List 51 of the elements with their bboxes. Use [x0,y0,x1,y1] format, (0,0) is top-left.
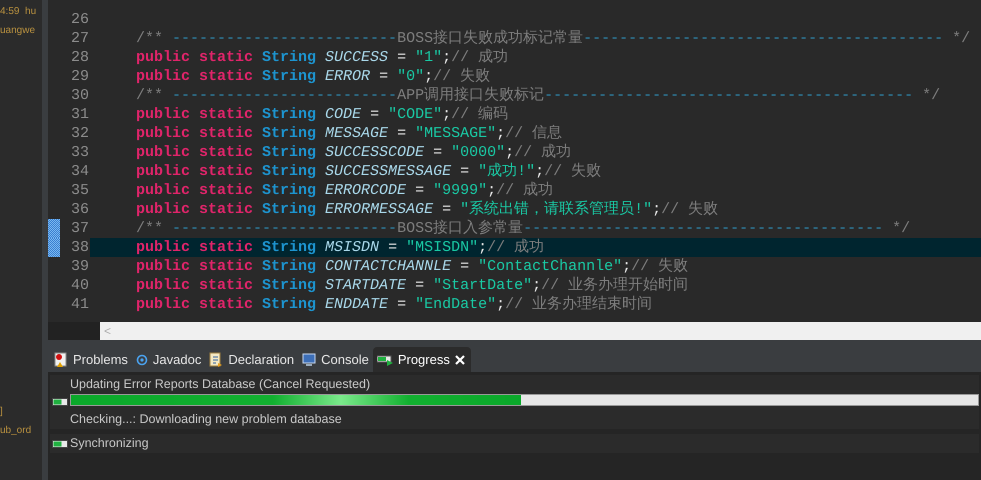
tree-item-text: uangwe [0,25,36,36]
panel-tab[interactable]: Progress [372,347,471,372]
line-number: 40 [70,277,89,294]
line-number: 28 [70,49,89,66]
line-number: 30 [70,87,89,104]
tree-item-text: 4:59 hu [0,6,36,17]
progress-icon [52,397,68,407]
line-number: 35 [70,182,89,199]
line-number: 29 [70,68,89,85]
code-line: public static String SUCCESSMESSAGE = "成功!";// 失败 [135,163,602,180]
code-line: public static String MESSAGE = "MESSAGE";// 信息 [135,125,562,142]
code-line: public static String ENDDATE = "EndDate";// 业务办理结束时间 [135,296,652,313]
code-line: /** -------------------------BOSS接口入参常量---------------------------------------- */ [135,220,910,237]
line-number: 38 [70,239,89,256]
line-number: 26 [70,11,89,28]
job-title: Updating Error Reports Database (Cancel Requested) [70,376,372,393]
declaration-icon [209,352,224,368]
code-line: public static String CONTACTCHANNLE = "ContactChannle";// 失败 [135,258,688,275]
problems-icon [54,352,68,368]
panel-tab[interactable]: Declaration [205,347,298,372]
at-sign-icon [136,354,148,366]
job-title: Synchronizing [70,435,150,452]
line-number: 33 [70,144,89,161]
progress-icon [376,354,393,366]
console-icon [302,352,316,366]
line-number: 27 [70,30,89,47]
close-icon[interactable] [454,354,465,364]
line-number: 39 [70,258,89,275]
panel-tab[interactable]: Problems [50,347,132,372]
code-line: public static String CODE = "CODE";// 编码 [135,106,508,123]
panel-tab[interactable]: Console [298,347,373,372]
progress-icon [52,438,68,448]
code-line: public static String ERRORCODE = "9999";// 成功 [135,182,554,199]
line-number: 32 [70,125,89,142]
line-number: 31 [70,106,89,123]
tree-item-text: ub_ord [0,425,32,436]
line-number: 36 [70,201,89,218]
code-line: public static String STARTDATE = "StartDate";// 业务办理开始时间 [135,277,688,294]
code-line: public static String SUCCESSCODE = "0000";// 成功 [135,144,572,161]
line-number: 34 [70,163,89,180]
line-number: 37 [70,220,89,237]
job-detail: Checking...: Downloading new problem database [70,411,343,428]
code-line: /** -------------------------APP调用接口失败标记----------------------------------------- */ [135,87,940,104]
code-line: /** -------------------------BOSS接口失败成功标记常量---------------------------------------- */ [135,30,970,47]
tree-item-text: ] [0,406,3,417]
code-line: public static String ERROR = "0";// 失败 [135,68,490,85]
code-line: public static String MSISDN = "MSISDN";// 成功 [135,239,544,256]
code-line: public static String SUCCESS = "1";// 成功 [135,49,508,66]
line-number: 41 [70,296,89,313]
code-line: public static String ERRORMESSAGE = "系统出错，请联系管理员!";// 失败 [135,201,718,218]
panel-tab[interactable]: Javadoc [132,347,206,372]
